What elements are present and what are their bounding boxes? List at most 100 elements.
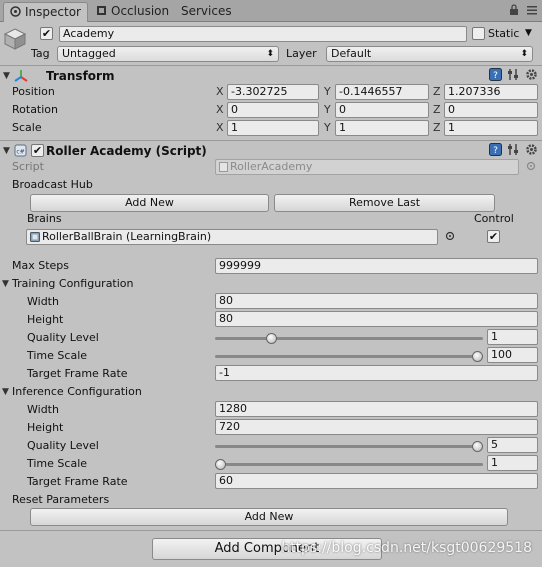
inference-framerate-label: Target Frame Rate: [27, 475, 128, 488]
inference-timescale-input[interactable]: 1: [487, 455, 538, 471]
slider-thumb[interactable]: [266, 333, 278, 344]
svg-text:?: ?: [493, 71, 498, 81]
transform-title: Transform: [46, 69, 115, 83]
static-label: Static: [488, 27, 520, 40]
script-label: Script: [12, 160, 44, 173]
object-picker-icon: [526, 161, 536, 171]
slider-track: [215, 445, 483, 448]
training-quality-slider[interactable]: [215, 333, 483, 344]
brain-object-field[interactable]: RollerBallBrain (LearningBrain): [26, 229, 438, 245]
layer-value: Default: [331, 47, 372, 60]
axis-z-label[interactable]: Z: [433, 121, 441, 135]
active-checkbox[interactable]: ✔: [40, 27, 53, 40]
inference-framerate-input[interactable]: 60: [215, 473, 538, 489]
training-config-label[interactable]: Training Configuration: [12, 277, 134, 291]
position-label: Position: [12, 85, 55, 98]
scale-y-input[interactable]: 1: [335, 120, 429, 136]
axis-x-label[interactable]: X: [216, 121, 224, 135]
rotation-x-input[interactable]: 0: [227, 102, 319, 118]
static-dropdown-arrow-icon[interactable]: ▼: [525, 28, 532, 38]
axis-y-label[interactable]: Y: [324, 103, 331, 117]
help-icon[interactable]: ?: [489, 68, 502, 81]
inference-quality-input[interactable]: 5: [487, 437, 538, 453]
inference-height-label: Height: [27, 421, 64, 434]
training-height-input[interactable]: 80: [215, 311, 538, 327]
axis-x-label[interactable]: X: [216, 103, 224, 117]
position-x-input[interactable]: -3.302725: [227, 84, 319, 100]
menu-icon[interactable]: [526, 4, 538, 16]
axis-x-label[interactable]: X: [216, 85, 224, 99]
gameobject-name-input[interactable]: Academy: [59, 26, 467, 42]
slider-thumb[interactable]: [472, 351, 483, 362]
tab-services[interactable]: Services: [175, 2, 238, 22]
tab-bar: Inspector Occlusion Services: [0, 0, 542, 22]
reset-add-new-button[interactable]: Add New: [30, 508, 508, 526]
layer-dropdown[interactable]: Default ⬍: [326, 46, 533, 62]
script-file-icon: c#: [14, 144, 27, 157]
settings-gear-icon[interactable]: [525, 68, 538, 81]
script-component-header[interactable]: ▼ c# ✔ Roller Academy (Script) ?: [0, 140, 542, 160]
component-enabled-checkbox[interactable]: ✔: [31, 144, 44, 157]
inference-quality-slider[interactable]: [215, 441, 483, 452]
dropdown-arrow-icon: ⬍: [266, 49, 274, 59]
tab-occlusion[interactable]: Occlusion: [90, 2, 175, 22]
help-icon[interactable]: ?: [489, 143, 502, 156]
tab-inspector[interactable]: Inspector: [3, 2, 88, 22]
slider-track: [215, 355, 483, 358]
inference-timescale-slider[interactable]: [215, 459, 483, 470]
training-timescale-input[interactable]: 100: [487, 347, 538, 363]
tag-label: Tag: [31, 47, 50, 60]
tab-label: Services: [181, 4, 232, 18]
transform-header[interactable]: ▼ Transform ?: [0, 65, 542, 85]
training-height-label: Height: [27, 313, 64, 326]
training-timescale-slider[interactable]: [215, 351, 483, 362]
training-framerate-label: Target Frame Rate: [27, 367, 128, 380]
slider-track: [215, 463, 483, 466]
control-checkbox[interactable]: ✔: [487, 230, 500, 243]
broadcast-add-new-button[interactable]: Add New: [30, 194, 269, 212]
axis-z-label[interactable]: Z: [433, 85, 441, 99]
inspector-icon: [10, 4, 21, 17]
reset-parameters-label: Reset Parameters: [12, 493, 110, 506]
object-picker-icon[interactable]: [445, 231, 455, 241]
preset-icon[interactable]: [507, 143, 520, 156]
inference-height-input[interactable]: 720: [215, 419, 538, 435]
brain-asset-icon: [30, 232, 40, 242]
script-reference-field: RollerAcademy: [215, 159, 519, 175]
position-z-input[interactable]: 1.207336: [444, 84, 538, 100]
scale-x-input[interactable]: 1: [227, 120, 319, 136]
slider-thumb[interactable]: [215, 459, 226, 470]
settings-gear-icon[interactable]: [525, 143, 538, 156]
slider-thumb[interactable]: [472, 441, 483, 452]
max-steps-input[interactable]: 999999: [215, 258, 538, 274]
inference-width-input[interactable]: 1280: [215, 401, 538, 417]
foldout-expanded-icon[interactable]: ▼: [2, 387, 9, 397]
axis-y-label[interactable]: Y: [324, 121, 331, 135]
axis-z-label[interactable]: Z: [433, 103, 441, 117]
static-checkbox[interactable]: [472, 27, 485, 40]
brains-label: Brains: [27, 212, 62, 225]
preset-icon[interactable]: [507, 68, 520, 81]
scale-label: Scale: [12, 121, 42, 134]
training-framerate-input[interactable]: -1: [215, 365, 538, 381]
training-timescale-label: Time Scale: [27, 349, 88, 362]
control-label: Control: [474, 212, 514, 225]
lock-icon[interactable]: [508, 4, 522, 16]
training-quality-input[interactable]: 1: [487, 329, 538, 345]
tag-value: Untagged: [62, 47, 116, 60]
inference-width-label: Width: [27, 403, 59, 416]
training-width-input[interactable]: 80: [215, 293, 538, 309]
scale-z-input[interactable]: 1: [444, 120, 538, 136]
foldout-expanded-icon[interactable]: ▼: [2, 279, 9, 289]
transform-axes-icon: [13, 68, 29, 84]
tag-dropdown[interactable]: Untagged ⬍: [57, 46, 279, 62]
max-steps-label: Max Steps: [12, 259, 70, 272]
inference-config-label[interactable]: Inference Configuration: [12, 385, 142, 399]
axis-y-label[interactable]: Y: [324, 85, 331, 99]
rotation-y-input[interactable]: 0: [335, 102, 429, 118]
rotation-z-input[interactable]: 0: [444, 102, 538, 118]
foldout-expanded-icon: ▼: [3, 71, 10, 81]
position-y-input[interactable]: -0.1446557: [335, 84, 429, 100]
remove-last-button[interactable]: Remove Last: [274, 194, 495, 212]
foldout-expanded-icon: ▼: [3, 146, 10, 156]
